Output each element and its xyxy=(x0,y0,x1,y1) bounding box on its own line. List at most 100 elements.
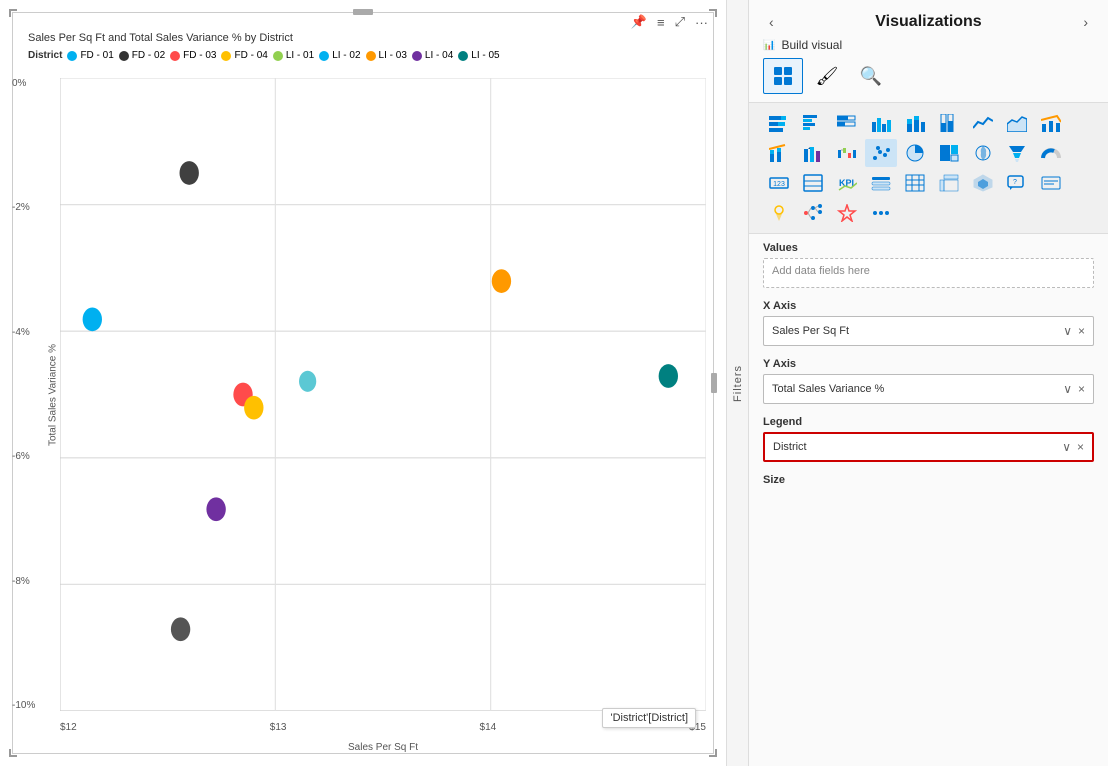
legend-label: District xyxy=(28,50,62,61)
legend-item-fd03: FD - 03 xyxy=(170,50,216,61)
corner-bl xyxy=(9,749,17,757)
values-field-box[interactable]: Add data fields here xyxy=(763,258,1094,288)
resize-handle-top[interactable] xyxy=(353,9,373,15)
legend-text-li04: LI - 04 xyxy=(425,50,453,61)
chart-clustered-col[interactable] xyxy=(865,109,897,137)
x-axis-remove[interactable]: × xyxy=(1078,324,1085,338)
legend-section: Legend District ∨ × xyxy=(749,408,1108,466)
chart-toolbar: 📌 ≡ ⤢ ··· xyxy=(621,8,718,34)
x-axis-actions: ∨ × xyxy=(1063,324,1085,338)
chart-multi-row-card[interactable] xyxy=(797,169,829,197)
legend-item-li03: LI - 03 xyxy=(366,50,407,61)
chart-scatter[interactable] xyxy=(865,139,897,167)
chart-azure-map[interactable] xyxy=(967,169,999,197)
x-axis-title: Sales Per Sq Ft xyxy=(348,742,418,753)
legend-item-li04: LI - 04 xyxy=(412,50,453,61)
chart-line-col[interactable] xyxy=(1035,109,1067,137)
expand-icon[interactable]: ⤢ xyxy=(675,14,685,30)
y-axis-section: Y Axis Total Sales Variance % ∨ × xyxy=(749,350,1108,408)
values-placeholder: Add data fields here xyxy=(772,265,870,277)
size-section-label: Size xyxy=(763,474,1094,486)
legend-dot-li02 xyxy=(319,51,329,61)
tab-format[interactable]: 🖌 xyxy=(807,58,847,94)
pin-icon[interactable]: 📌 xyxy=(631,14,647,30)
y-axis-value: Total Sales Variance % xyxy=(772,383,884,395)
tooltip-badge: 'District'[District] xyxy=(602,708,696,728)
legend-dot-li01 xyxy=(273,51,283,61)
chart-stacked-col[interactable] xyxy=(899,109,931,137)
legend-dot-fd02 xyxy=(119,51,129,61)
y-axis-remove[interactable]: × xyxy=(1078,382,1085,396)
tab-fields[interactable] xyxy=(763,58,803,94)
legend-text-li02: LI - 02 xyxy=(332,50,360,61)
chart-line-stacked-col[interactable] xyxy=(763,139,795,167)
chart-decomp-tree[interactable] xyxy=(797,199,829,227)
legend-field-box[interactable]: District ∨ × xyxy=(763,432,1094,462)
y-axis-actions: ∨ × xyxy=(1063,382,1085,396)
chart-area[interactable] xyxy=(1001,109,1033,137)
filter-icon[interactable]: ≡ xyxy=(657,15,665,30)
chart-custom-visual[interactable] xyxy=(831,199,863,227)
size-section: Size xyxy=(749,466,1108,494)
tab-analytics[interactable]: 🔍 xyxy=(851,58,891,94)
legend-section-label: Legend xyxy=(763,416,1094,428)
chart-filled-map[interactable] xyxy=(967,139,999,167)
filters-label: Filters xyxy=(732,365,744,402)
legend-dot-fd03 xyxy=(170,51,180,61)
resize-handle-right[interactable] xyxy=(711,373,717,393)
chart-line[interactable] xyxy=(967,109,999,137)
chart-matrix[interactable] xyxy=(933,169,965,197)
x-axis-section: X Axis Sales Per Sq Ft ∨ × xyxy=(749,292,1108,350)
chart-waterfall[interactable] xyxy=(831,139,863,167)
chart-table[interactable] xyxy=(899,169,931,197)
chart-stacked-col-100[interactable] xyxy=(933,109,965,137)
svg-text:?: ? xyxy=(1013,179,1017,186)
filters-strip: Filters xyxy=(726,0,748,766)
viz-panel: ‹ Visualizations › 📊 Build visual 🖌 🔍 xyxy=(748,0,1108,766)
build-visual-label: 📊 Build visual xyxy=(749,38,1108,58)
chart-container: 📌 ≡ ⤢ ··· Sales Per Sq Ft and Total Sale… xyxy=(0,0,726,766)
chart-stacked-bar-100[interactable] xyxy=(831,109,863,137)
values-label: Values xyxy=(763,242,1094,254)
chart-funnel[interactable] xyxy=(1001,139,1033,167)
corner-br xyxy=(709,749,717,757)
viz-tabs: 🖌 🔍 xyxy=(749,58,1108,102)
chart-more[interactable] xyxy=(865,199,897,227)
chart-gauge[interactable] xyxy=(1035,139,1067,167)
x-axis-label: X Axis xyxy=(763,300,1094,312)
chart-legend: District FD - 01 FD - 02 FD - 03 FD - 04 xyxy=(28,50,500,61)
legend-dot-li04 xyxy=(412,51,422,61)
legend-item-li01: LI - 01 xyxy=(273,50,314,61)
legend-expand[interactable]: ∨ xyxy=(1062,440,1071,454)
chart-slicer[interactable] xyxy=(865,169,897,197)
chart-kpi[interactable]: KPI xyxy=(831,169,863,197)
legend-dot-fd01 xyxy=(67,51,77,61)
chart-treemap[interactable] xyxy=(933,139,965,167)
legend-text-fd02: FD - 02 xyxy=(132,50,165,61)
x-axis-expand[interactable]: ∨ xyxy=(1063,324,1072,338)
nav-right-arrow[interactable]: › xyxy=(1077,12,1094,32)
x-axis-field-box[interactable]: Sales Per Sq Ft ∨ × xyxy=(763,316,1094,346)
legend-dot-fd04 xyxy=(221,51,231,61)
legend-item-li05: LI - 05 xyxy=(458,50,499,61)
chart-card[interactable]: 123 xyxy=(763,169,795,197)
y-axis-expand[interactable]: ∨ xyxy=(1063,382,1072,396)
chart-pie[interactable] xyxy=(899,139,931,167)
chart-smart-narrative[interactable] xyxy=(1035,169,1067,197)
chart-ribbon[interactable] xyxy=(797,139,829,167)
legend-text-li01: LI - 01 xyxy=(286,50,314,61)
legend-value: District xyxy=(773,441,807,453)
legend-text-li05: LI - 05 xyxy=(471,50,499,61)
chart-clustered-bar[interactable] xyxy=(797,109,829,137)
chart-svg xyxy=(60,78,706,711)
legend-dot-li03 xyxy=(366,51,376,61)
y-axis-field-box[interactable]: Total Sales Variance % ∨ × xyxy=(763,374,1094,404)
chart-qa[interactable]: ? xyxy=(1001,169,1033,197)
chart-key-influencers[interactable] xyxy=(763,199,795,227)
nav-left-arrow[interactable]: ‹ xyxy=(763,12,780,32)
more-icon[interactable]: ··· xyxy=(695,15,708,30)
legend-remove[interactable]: × xyxy=(1077,440,1084,454)
x-axis-value: Sales Per Sq Ft xyxy=(772,325,849,337)
chart-stacked-bar[interactable] xyxy=(763,109,795,137)
legend-text-fd04: FD - 04 xyxy=(234,50,267,61)
